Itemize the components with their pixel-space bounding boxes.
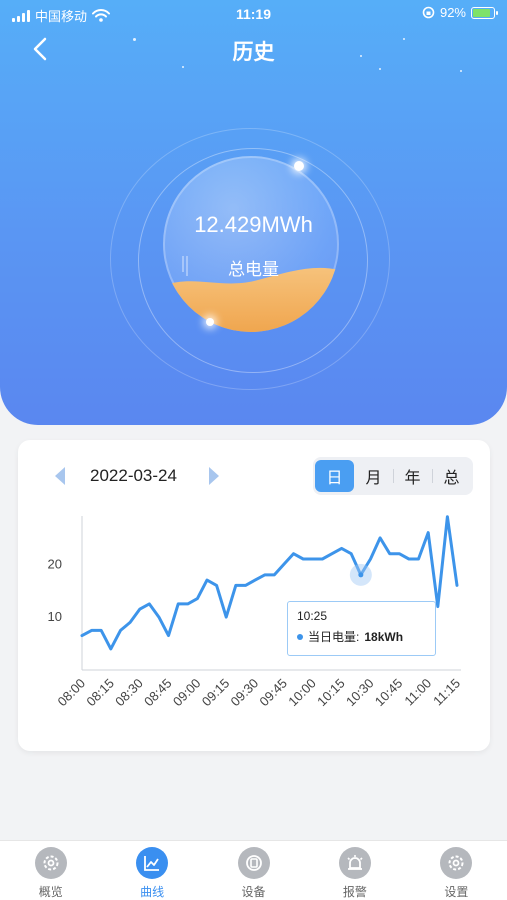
gear-icon bbox=[34, 847, 67, 879]
tab-curve[interactable]: 曲线 bbox=[101, 841, 202, 900]
status-right: 92% bbox=[422, 5, 498, 20]
chart-tooltip: 10:25 当日电量: 18kWh bbox=[287, 601, 436, 656]
y-tick-label: 10 bbox=[48, 609, 62, 624]
energy-line-chart: 10 20 08:0008:1508:3008:4509:0009:1509:300… bbox=[48, 515, 463, 710]
orientation-lock-icon bbox=[422, 6, 435, 19]
x-tick-label: 10:45 bbox=[372, 676, 406, 710]
battery-fill bbox=[473, 8, 490, 17]
total-energy-value: 12.429MWh bbox=[194, 212, 313, 237]
tooltip-value: 18kWh bbox=[364, 629, 404, 644]
star-decoration bbox=[182, 66, 184, 68]
alarm-light-icon bbox=[338, 847, 371, 879]
y-tick-label: 20 bbox=[48, 556, 62, 571]
page-title: 历史 bbox=[232, 41, 275, 64]
tab-label: 设置 bbox=[444, 885, 469, 899]
x-tick-label: 08:30 bbox=[112, 676, 146, 710]
tooltip-row: 当日电量: 18kWh bbox=[297, 628, 426, 645]
status-bar: 中国移动 11:19 92% bbox=[0, 0, 507, 30]
tab-label: 概览 bbox=[38, 885, 63, 899]
x-tick-label: 11:00 bbox=[401, 676, 434, 709]
line-chart-icon bbox=[136, 847, 169, 879]
device-icon bbox=[237, 847, 270, 879]
x-tick-label: 08:15 bbox=[83, 676, 117, 710]
battery-icon bbox=[471, 6, 498, 19]
x-tick-label: 10:00 bbox=[285, 676, 319, 710]
x-tick-label: 09:15 bbox=[199, 676, 233, 710]
x-tick-label: 09:00 bbox=[170, 676, 204, 710]
battery-percent: 92% bbox=[439, 5, 466, 20]
chart-card: 2022-03-24 日 月 年 总 10 20 08:00 08:15 08:30 08… bbox=[18, 440, 490, 751]
tooltip-label: 当日电量: bbox=[308, 630, 360, 644]
settings-icon bbox=[440, 847, 473, 879]
star-decoration bbox=[460, 70, 462, 72]
x-tick-label: 09:30 bbox=[228, 676, 262, 710]
x-tick-label: 08:00 bbox=[55, 676, 89, 710]
liquid-fill bbox=[163, 256, 339, 332]
tab-label: 设备 bbox=[241, 885, 266, 899]
tab-settings[interactable]: 设置 bbox=[406, 841, 507, 900]
tab-overview[interactable]: 概览 bbox=[0, 841, 101, 900]
x-tick-label: 08:45 bbox=[141, 676, 175, 710]
total-energy-label: 总电量 bbox=[228, 260, 279, 279]
highlight-point bbox=[358, 572, 364, 578]
tab-label: 报警 bbox=[342, 885, 367, 899]
glint-highlight bbox=[206, 318, 214, 326]
bottom-tab-bar: 概览 曲线 设备 报警 设置 bbox=[0, 840, 507, 900]
tooltip-time: 10:25 bbox=[297, 609, 328, 623]
x-tick-label: 09:45 bbox=[256, 676, 290, 710]
energy-sphere bbox=[163, 156, 339, 332]
tab-device[interactable]: 设备 bbox=[203, 841, 304, 900]
series-dot-icon bbox=[297, 633, 303, 640]
glint-highlight bbox=[294, 161, 304, 171]
tab-label: 曲线 bbox=[140, 885, 165, 899]
tab-alarm[interactable]: 报警 bbox=[304, 841, 405, 900]
star-decoration bbox=[379, 68, 381, 70]
x-tick-label: 10:30 bbox=[343, 676, 377, 710]
x-tick-label: 10:15 bbox=[314, 676, 348, 710]
x-tick-label: 11:15 bbox=[430, 676, 463, 709]
